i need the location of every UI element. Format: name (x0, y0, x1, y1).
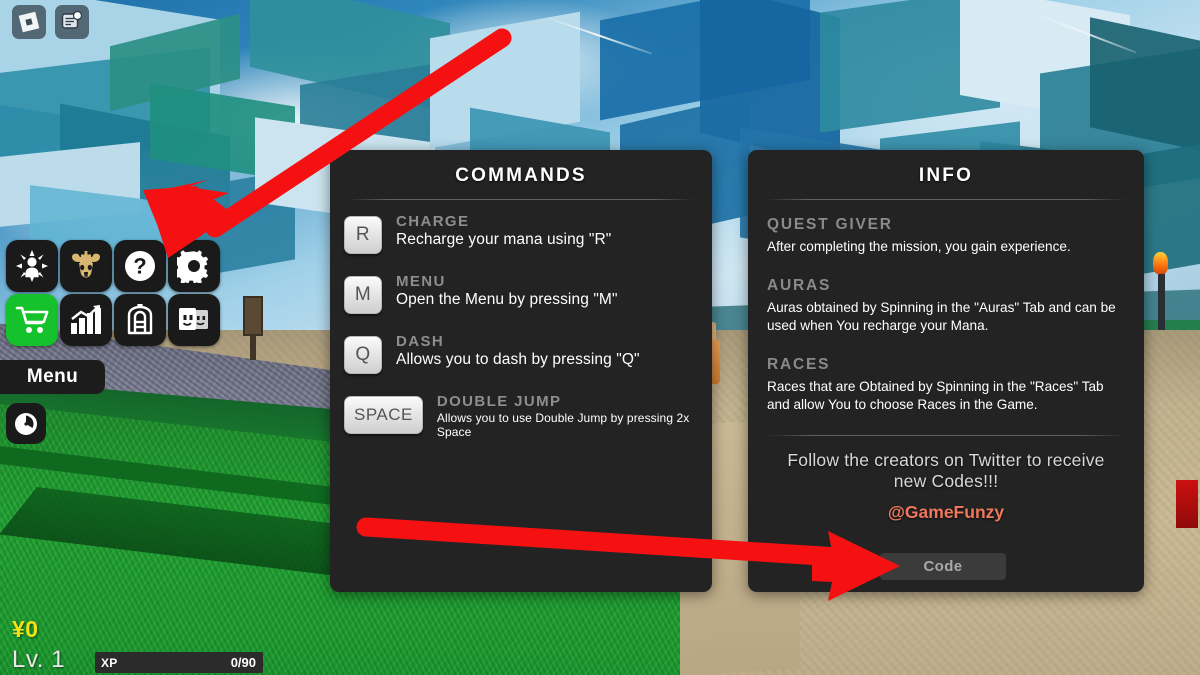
command-description: Recharge your mana using "R" (396, 231, 612, 248)
info-section: AURAS Auras obtained by Spinning in the "… (767, 277, 1125, 334)
help-icon[interactable]: ? (114, 240, 166, 292)
info-panel-title: INFO (918, 165, 974, 186)
hud-icon-grid: ? (6, 240, 220, 346)
xp-bar: XP 0/90 (95, 652, 263, 673)
menu-button-label: Menu (26, 366, 79, 387)
info-section-body: After completing the mission, you gain e… (767, 239, 1071, 254)
follow-prompt: Follow the creators on Twitter to receiv… (787, 449, 1105, 492)
info-section-body: Auras obtained by Spinning in the "Auras… (767, 300, 1116, 333)
command-description: Open the Menu by pressing "M" (396, 291, 618, 308)
stats-icon[interactable] (60, 294, 112, 346)
roblox-logo-icon[interactable] (12, 5, 46, 39)
level-display: Lv. 1 (12, 646, 66, 673)
inventory-icon[interactable] (114, 294, 166, 346)
game-screenshot: ? Menu ¥0 Lv. 1 XP 0/90 COMMANDS R CHARG… (0, 0, 1200, 675)
clock-icon (15, 412, 37, 435)
command-description: Allows you to use Double Jump by pressin… (436, 411, 690, 439)
info-section-heading: AURAS (767, 277, 832, 295)
command-row: M MENU Open the Menu by pressing "M" (344, 272, 698, 314)
info-section-heading: RACES (767, 356, 831, 374)
info-section-body: Races that are Obtained by Spinning in t… (767, 379, 1104, 412)
clock-button[interactable] (6, 403, 46, 444)
command-text: CHARGE Recharge your mana using "R" (396, 212, 611, 249)
torch-flame-icon (1153, 252, 1168, 274)
friends-icon[interactable] (168, 294, 220, 346)
svg-text:?: ? (133, 254, 146, 279)
keycap-m: M (344, 276, 382, 314)
commands-list: R CHARGE Recharge your mana using "R" M MENU… (330, 200, 712, 439)
keycap-space: SPACE (344, 396, 423, 434)
auras-icon[interactable] (6, 240, 58, 292)
roblox-topbar (0, 0, 1200, 44)
command-name: CHARGE (396, 213, 470, 230)
command-name: DASH (396, 333, 445, 350)
command-text: MENU Open the Menu by pressing "M" (396, 272, 618, 309)
xp-bar-value: 0/90 (230, 655, 256, 670)
xp-bar-label: XP (101, 655, 118, 670)
command-row: Q DASH Allows you to dash by pressing "Q" (344, 332, 698, 374)
twitter-handle: @GameFunzy (887, 501, 1005, 522)
info-section: RACES Races that are Obtained by Spinning… (767, 356, 1125, 413)
info-section-heading: QUEST GIVER (767, 216, 893, 233)
menu-button[interactable]: Menu (0, 360, 105, 394)
command-text: DOUBLE JUMP Allows you to use Double Jump… (437, 392, 698, 439)
info-sections: QUEST GIVER After completing the mission,… (748, 200, 1144, 413)
commands-panel-title: COMMANDS (455, 165, 587, 186)
currency-display: ¥0 (12, 616, 39, 642)
code-button-label: Code (923, 558, 963, 575)
red-object (1176, 480, 1198, 528)
sign-post-pole (250, 334, 256, 360)
command-row: SPACE DOUBLE JUMP Allows you to use Double… (344, 392, 698, 439)
bull-skull-icon[interactable] (60, 240, 112, 292)
command-name: MENU (396, 273, 446, 290)
info-panel: INFO QUEST GIVER After completing the mis… (748, 150, 1144, 592)
sign-post (243, 296, 263, 336)
settings-icon[interactable] (168, 240, 220, 292)
command-row: R CHARGE Recharge your mana using "R" (344, 212, 698, 254)
keycap-r: R (344, 216, 382, 254)
chat-icon[interactable] (55, 5, 89, 39)
commands-panel: COMMANDS R CHARGE Recharge your mana using… (330, 150, 712, 592)
keycap-q: Q (344, 336, 382, 374)
shop-icon[interactable] (6, 294, 58, 346)
info-section: QUEST GIVER After completing the mission,… (767, 216, 1125, 255)
torch-pole (1158, 270, 1165, 330)
command-description: Allows you to dash by pressing "Q" (396, 351, 640, 368)
command-text: DASH Allows you to dash by pressing "Q" (396, 332, 640, 369)
code-button[interactable]: Code (880, 553, 1006, 580)
command-name: DOUBLE JUMP (436, 393, 562, 410)
